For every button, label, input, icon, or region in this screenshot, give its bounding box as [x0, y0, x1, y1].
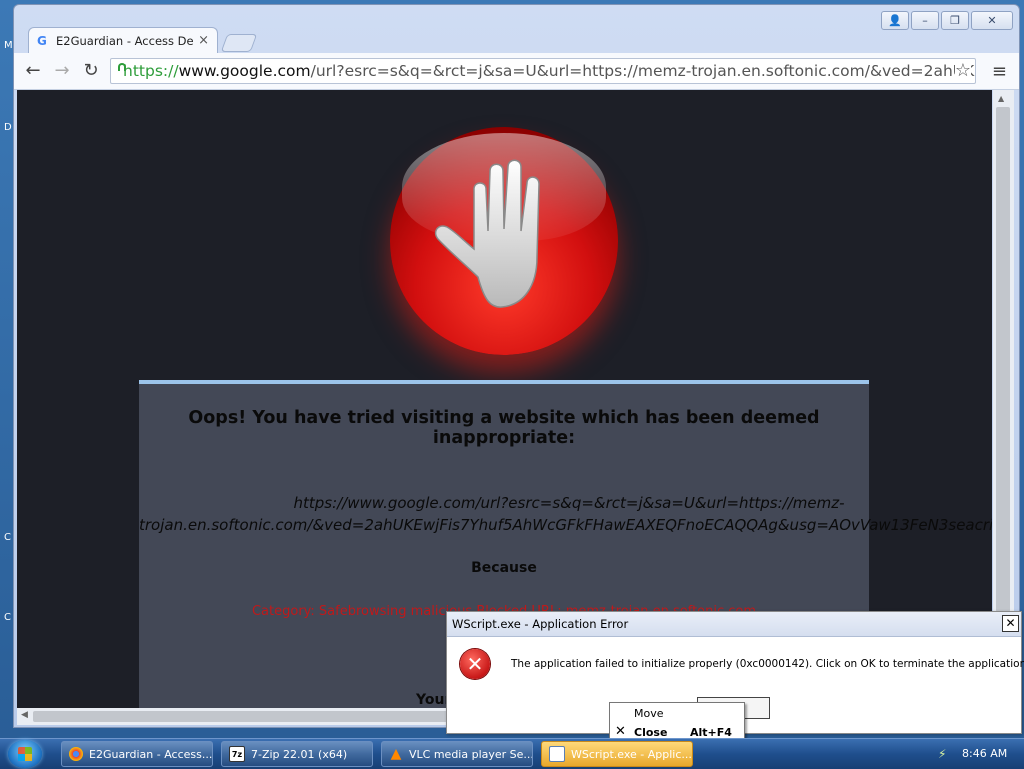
desktop-icon-label: M: [4, 40, 13, 51]
menu-item-label: Move: [634, 707, 664, 720]
chrome-menu-icon[interactable]: ≡: [992, 61, 1007, 82]
url-path: /url?esrc=s&q=&rct=j&sa=U&url=https://me…: [310, 62, 975, 80]
close-icon: ✕: [615, 724, 626, 739]
menu-item-move[interactable]: Move: [610, 705, 744, 723]
horizontal-scroll-thumb[interactable]: [33, 711, 453, 722]
because-heading: Because: [471, 560, 537, 576]
taskbar-item-chrome[interactable]: E2Guardian - Access...: [61, 741, 213, 767]
dialog-title: WScript.exe - Application Error: [452, 617, 629, 631]
stop-hand-icon: [390, 127, 618, 355]
taskbar-item-vlc[interactable]: ▲ VLC media player Se...: [381, 741, 533, 767]
tab-e2guardian[interactable]: G E2Guardian - Access Denied ×: [28, 27, 218, 53]
scroll-left-icon[interactable]: ◀: [21, 710, 28, 720]
tab-close-icon[interactable]: ×: [198, 33, 209, 48]
desktop-icon-label: D: [4, 122, 12, 133]
tab-strip: G E2Guardian - Access Denied ×: [28, 27, 258, 53]
7zip-icon: 7z: [229, 746, 245, 762]
task-label: E2Guardian - Access...: [89, 747, 213, 761]
desktop-icon-label: C: [4, 612, 11, 623]
url-text: https://www.google.com/url?esrc=s&q=&rct…: [123, 62, 975, 80]
window-controls: 👤 – ❐ ✕: [881, 11, 1013, 30]
scroll-up-icon[interactable]: ▲: [998, 94, 1004, 103]
task-label: WScript.exe - Applic...: [571, 747, 692, 761]
vlc-icon: ▲: [390, 746, 402, 762]
window-icon: [549, 746, 565, 762]
chrome-icon: [69, 747, 83, 761]
blocked-url[interactable]: https://www.google.com/url?esrc=s&q=&rct…: [139, 492, 992, 536]
close-window-button[interactable]: ✕: [971, 11, 1013, 30]
url-host: www.google.com: [178, 62, 311, 80]
dialog-close-button[interactable]: ✕: [1002, 615, 1019, 632]
vertical-scroll-thumb[interactable]: [996, 107, 1010, 612]
tab-title: E2Guardian - Access Denied: [56, 33, 194, 48]
blocked-url-line2: trojan.en.softonic.com/&ved=2ahUKEwjFis7…: [139, 516, 992, 534]
blocked-url-line1: https://www.google.com/url?esrc=s&q=&rct…: [293, 494, 845, 512]
address-bar[interactable]: https://www.google.com/url?esrc=s&q=&rct…: [110, 58, 976, 84]
url-scheme: https://: [123, 62, 179, 80]
maximize-button[interactable]: ❐: [941, 11, 969, 30]
error-message: The application failed to initialize pro…: [511, 658, 1024, 670]
taskbar: E2Guardian - Access... 7z 7-Zip 22.01 (x…: [0, 738, 1024, 769]
page-title: Oops! You have tried visiting a website …: [188, 408, 820, 448]
windows-logo-icon: [18, 747, 32, 761]
new-tab-button[interactable]: [220, 34, 258, 52]
minimize-button[interactable]: –: [911, 11, 939, 30]
dialog-titlebar[interactable]: WScript.exe - Application Error ✕: [447, 612, 1021, 637]
bookmark-star-icon[interactable]: ☆: [954, 60, 971, 81]
google-icon: G: [37, 33, 47, 48]
taskbar-item-wscript[interactable]: WScript.exe - Applic...: [541, 741, 693, 767]
start-button[interactable]: [8, 740, 42, 768]
error-icon: ✕: [460, 649, 490, 679]
network-icon[interactable]: ⚡: [938, 747, 946, 761]
task-label: VLC media player Se...: [409, 747, 533, 761]
taskbar-item-7zip[interactable]: 7z 7-Zip 22.01 (x64): [221, 741, 373, 767]
task-label: 7-Zip 22.01 (x64): [251, 747, 348, 761]
clock[interactable]: 8:46 AM: [962, 747, 1007, 760]
back-button[interactable]: ←: [22, 61, 44, 81]
forward-button[interactable]: →: [51, 61, 73, 81]
browser-toolbar: ← → ↻ https://www.google.com/url?esrc=s&…: [14, 53, 1019, 90]
system-tray: ⚡ 8:46 AM: [932, 739, 1024, 769]
reload-button[interactable]: ↻: [80, 61, 102, 81]
desktop-icon-label: C: [4, 532, 11, 543]
profile-button[interactable]: 👤: [881, 11, 909, 30]
